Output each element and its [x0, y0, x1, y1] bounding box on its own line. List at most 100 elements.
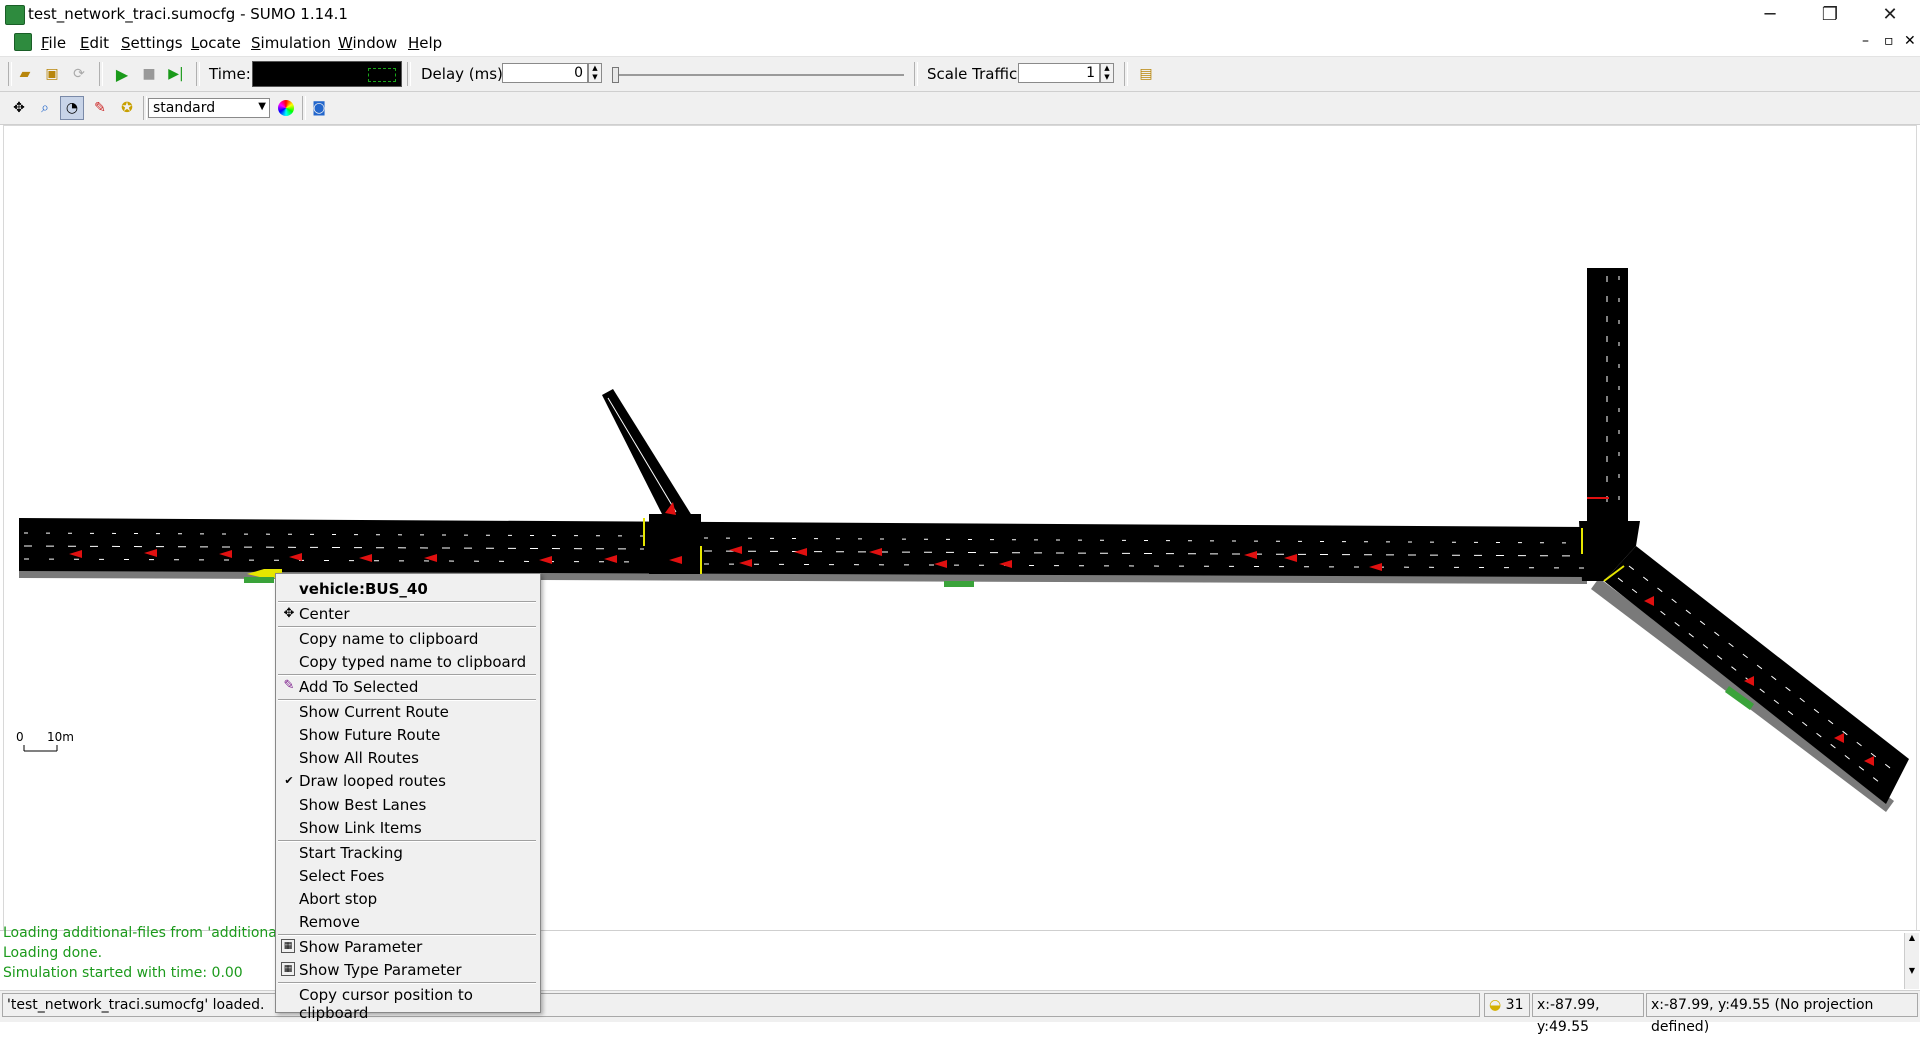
menu-item-show-best-lanes[interactable]: Show Best Lanes — [299, 796, 426, 814]
vehicle-count: 31 — [1505, 997, 1524, 1013]
color-wheel-icon[interactable] — [274, 96, 298, 120]
menu-file[interactable]: File — [41, 34, 66, 52]
window-title: test_network_traci.sumocfg - SUMO 1.14.1 — [28, 5, 348, 23]
delay-spinner[interactable]: ▲ ▼ — [588, 63, 602, 83]
toolbar-separator — [143, 96, 147, 120]
screenshot-icon[interactable]: ◙ — [307, 96, 331, 120]
menu-separator — [278, 699, 536, 701]
delay-slider-track[interactable] — [612, 74, 904, 76]
menu-separator — [278, 601, 536, 603]
checkmark-icon: ✔ — [284, 774, 294, 787]
toolbar-separator — [302, 96, 306, 120]
message-line: Simulation started with time: 0.00 — [3, 965, 243, 981]
scroll-up-icon[interactable]: ▲ — [1905, 933, 1919, 942]
menu-settings[interactable]: Settings — [121, 34, 183, 52]
delay-slider-handle[interactable] — [612, 67, 619, 83]
menu-item-copy-typed-name[interactable]: Copy typed name to clipboard — [299, 653, 526, 671]
menu-item-copy-name[interactable]: Copy name to clipboard — [299, 630, 478, 648]
geo-coords: x:-87.99, y:49.55 (No projection defined… — [1651, 997, 1874, 1035]
vehicle-context-menu: vehicle:BUS_40 ✥ Center Copy name to cli… — [275, 573, 541, 1022]
toolbar-separator — [1124, 62, 1128, 86]
cursor-coords-box: x:-87.99, y:49.55 — [1532, 993, 1644, 1035]
scale-traffic-label: Scale Traffic: — [927, 65, 1023, 83]
menu-help[interactable]: Help — [408, 34, 442, 52]
recenter-icon[interactable]: ✥ — [7, 96, 31, 120]
color-wheel-swatch — [278, 100, 294, 116]
chevron-down-icon: ▼ — [258, 101, 266, 112]
reload-folder-icon[interactable]: ▣ — [40, 62, 64, 86]
status-text: 'test_network_traci.sumocfg' loaded. — [7, 997, 265, 1013]
close-icon[interactable]: ✕ — [1860, 0, 1920, 30]
menu-item-center[interactable]: Center — [299, 605, 350, 623]
diagonal-road-sidewalk — [1591, 578, 1894, 812]
scale-traffic-spinner[interactable]: ▲ ▼ — [1100, 63, 1114, 83]
menu-item-add-to-selected[interactable]: Add To Selected — [299, 678, 418, 696]
menu-item-show-type-parameter[interactable]: Show Type Parameter — [299, 961, 462, 979]
menu-simulation[interactable]: Simulation — [251, 34, 331, 52]
cursor-coords: x:-87.99, y:49.55 — [1537, 997, 1600, 1035]
menu-separator — [278, 840, 536, 842]
step-icon[interactable]: ▶| — [164, 62, 188, 86]
toolbar-separator — [196, 62, 200, 86]
lane-marking — [607, 397, 677, 513]
bus-stop[interactable] — [944, 581, 974, 587]
message-scrollbar[interactable]: ▲ ▼ — [1904, 933, 1919, 989]
reload-icon[interactable]: ⟳ — [67, 62, 91, 86]
menu-separator — [278, 674, 536, 676]
scheme-select[interactable]: standard ▼ — [148, 98, 270, 118]
stop-icon[interactable]: ■ — [137, 62, 161, 86]
open-folder-icon[interactable]: ▰ — [13, 62, 37, 86]
time-display — [252, 61, 402, 87]
scheme-value: standard — [153, 100, 216, 116]
context-menu-header: vehicle:BUS_40 — [299, 580, 428, 598]
time-digits — [368, 68, 396, 82]
minimize-icon[interactable]: ─ — [1740, 0, 1800, 30]
scroll-down-icon[interactable]: ▼ — [1905, 966, 1919, 975]
menu-item-draw-looped-routes[interactable]: Draw looped routes — [299, 772, 446, 790]
message-line: Loading additional-files from 'additiona… — [3, 925, 295, 941]
scale-length-label: 10m — [47, 730, 74, 744]
geo-coords-box: x:-87.99, y:49.55 (No projection defined… — [1646, 993, 1918, 1035]
menu-item-copy-cursor-position[interactable]: Copy cursor position to clipboard — [299, 986, 540, 1022]
menu-item-select-foes[interactable]: Select Foes — [299, 867, 384, 885]
menu-item-show-parameter[interactable]: Show Parameter — [299, 938, 422, 956]
menu-item-show-current-route[interactable]: Show Current Route — [299, 703, 449, 721]
menu-item-remove[interactable]: Remove — [299, 913, 360, 931]
locate-icon[interactable]: ◔ — [60, 96, 84, 120]
menu-item-show-link-items[interactable]: Show Link Items — [299, 819, 422, 837]
parameter-table-icon: ▦ — [281, 939, 295, 953]
mdi-close-icon[interactable]: ✕ — [1904, 33, 1916, 49]
bus-stop[interactable] — [244, 577, 274, 583]
scale-zero-label: 0 — [16, 730, 24, 744]
simulation-toolbar: ▰ ▣ ⟳ ▶ ■ ▶| Time: Delay (ms): 0 ▲ ▼ Scal… — [0, 57, 1920, 92]
menu-item-start-tracking[interactable]: Start Tracking — [299, 844, 403, 862]
menu-bar: File Edit Settings Locate Simulation Win… — [0, 30, 1920, 57]
menu-item-show-all-routes[interactable]: Show All Routes — [299, 749, 419, 767]
play-icon[interactable]: ▶ — [110, 62, 134, 86]
tooltip-icon[interactable]: ✪ — [115, 96, 139, 120]
mdi-restore-icon[interactable]: ▫ — [1884, 33, 1894, 49]
menu-separator — [278, 982, 536, 984]
menu-item-abort-stop[interactable]: Abort stop — [299, 890, 377, 908]
delay-label: Delay (ms): — [421, 65, 508, 83]
menu-item-show-future-route[interactable]: Show Future Route — [299, 726, 440, 744]
center-icon: ✥ — [283, 606, 295, 621]
menu-locate[interactable]: Locate — [191, 34, 241, 52]
scale-traffic-input[interactable]: 1 — [1018, 63, 1100, 83]
toolbar-separator — [914, 62, 918, 86]
main-road — [19, 518, 1587, 577]
delay-input[interactable]: 0 — [502, 63, 588, 83]
menu-edit[interactable]: Edit — [80, 34, 109, 52]
zoom-icon[interactable]: ⌕ — [33, 96, 57, 120]
west-junction — [649, 514, 701, 574]
mdi-minimize-icon[interactable]: – — [1862, 33, 1869, 49]
toolbar-separator — [407, 62, 411, 86]
select-icon[interactable]: ✎ — [88, 96, 112, 120]
status-message: 'test_network_traci.sumocfg' loaded. — [2, 993, 1480, 1017]
new-view-icon[interactable]: ▤ — [1134, 62, 1158, 86]
menu-window[interactable]: Window — [338, 34, 397, 52]
toolbar-separator — [8, 62, 12, 86]
sumo-app-icon — [5, 5, 25, 25]
restore-icon[interactable]: ❐ — [1800, 0, 1860, 30]
vehicle-count-box: ◒ 31 — [1484, 993, 1530, 1017]
